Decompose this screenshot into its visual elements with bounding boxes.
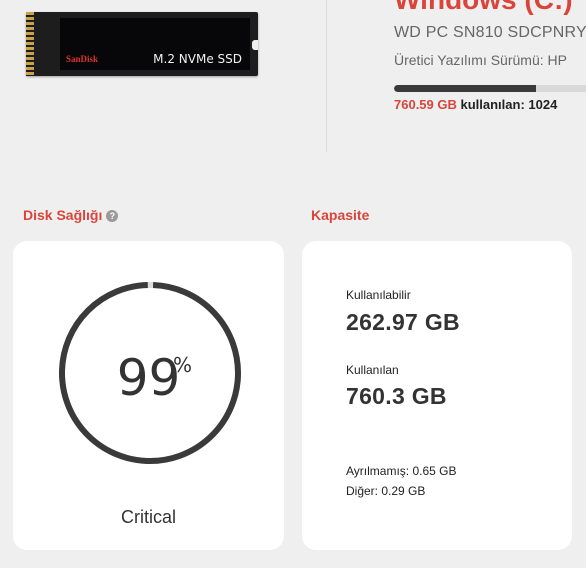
drive-model: WD PC SN810 SDCPNRY [394, 24, 586, 41]
usage-rest: kullanılan: 1024 [456, 97, 558, 112]
disk-health-label: Disk Sağlığı [23, 207, 103, 223]
used-value: 760.3 GB [346, 383, 447, 409]
used-label: Kullanılan [346, 363, 399, 377]
disk-health-title: Disk Sağlığı? [23, 207, 119, 223]
ssd-label: SanDisk M.2 NVMe SSD [60, 18, 250, 70]
usage-bar [394, 85, 586, 92]
header-divider [326, 0, 327, 152]
drive-title: Windows (C:) [394, 0, 573, 16]
question-circle-icon[interactable]: ? [106, 210, 119, 222]
disk-health-card: 99 % Critical [13, 241, 284, 550]
health-percent-sign: % [173, 353, 193, 377]
usage-used: 760.59 GB [394, 97, 457, 112]
unallocated-text: Ayrılmamış: 0.65 GB [346, 464, 457, 478]
ssd-type-text: M.2 NVMe SSD [153, 52, 242, 66]
usage-bar-fill [394, 85, 537, 92]
capacity-card: Kullanılabilir 262.97 GB Kullanılan 760.… [302, 241, 572, 550]
other-text: Diğer: 0.29 GB [346, 484, 426, 498]
ssd-brand-logo: SanDisk [66, 54, 99, 64]
usage-summary: 760.59 GB kullanılan: 1024 [394, 97, 557, 112]
firmware-version: Üretici Yazılımı Sürümü: HP [394, 52, 567, 68]
health-status: Critical [120, 507, 176, 527]
available-value: 262.97 GB [346, 309, 460, 335]
capacity-title: Kapasite [311, 207, 370, 223]
ssd-notch [252, 40, 258, 50]
ssd-connector [26, 12, 34, 76]
ssd-image: SanDisk M.2 NVMe SSD [26, 12, 258, 76]
health-percent-value: 99 [116, 349, 181, 407]
available-label: Kullanılabilir [346, 288, 411, 302]
